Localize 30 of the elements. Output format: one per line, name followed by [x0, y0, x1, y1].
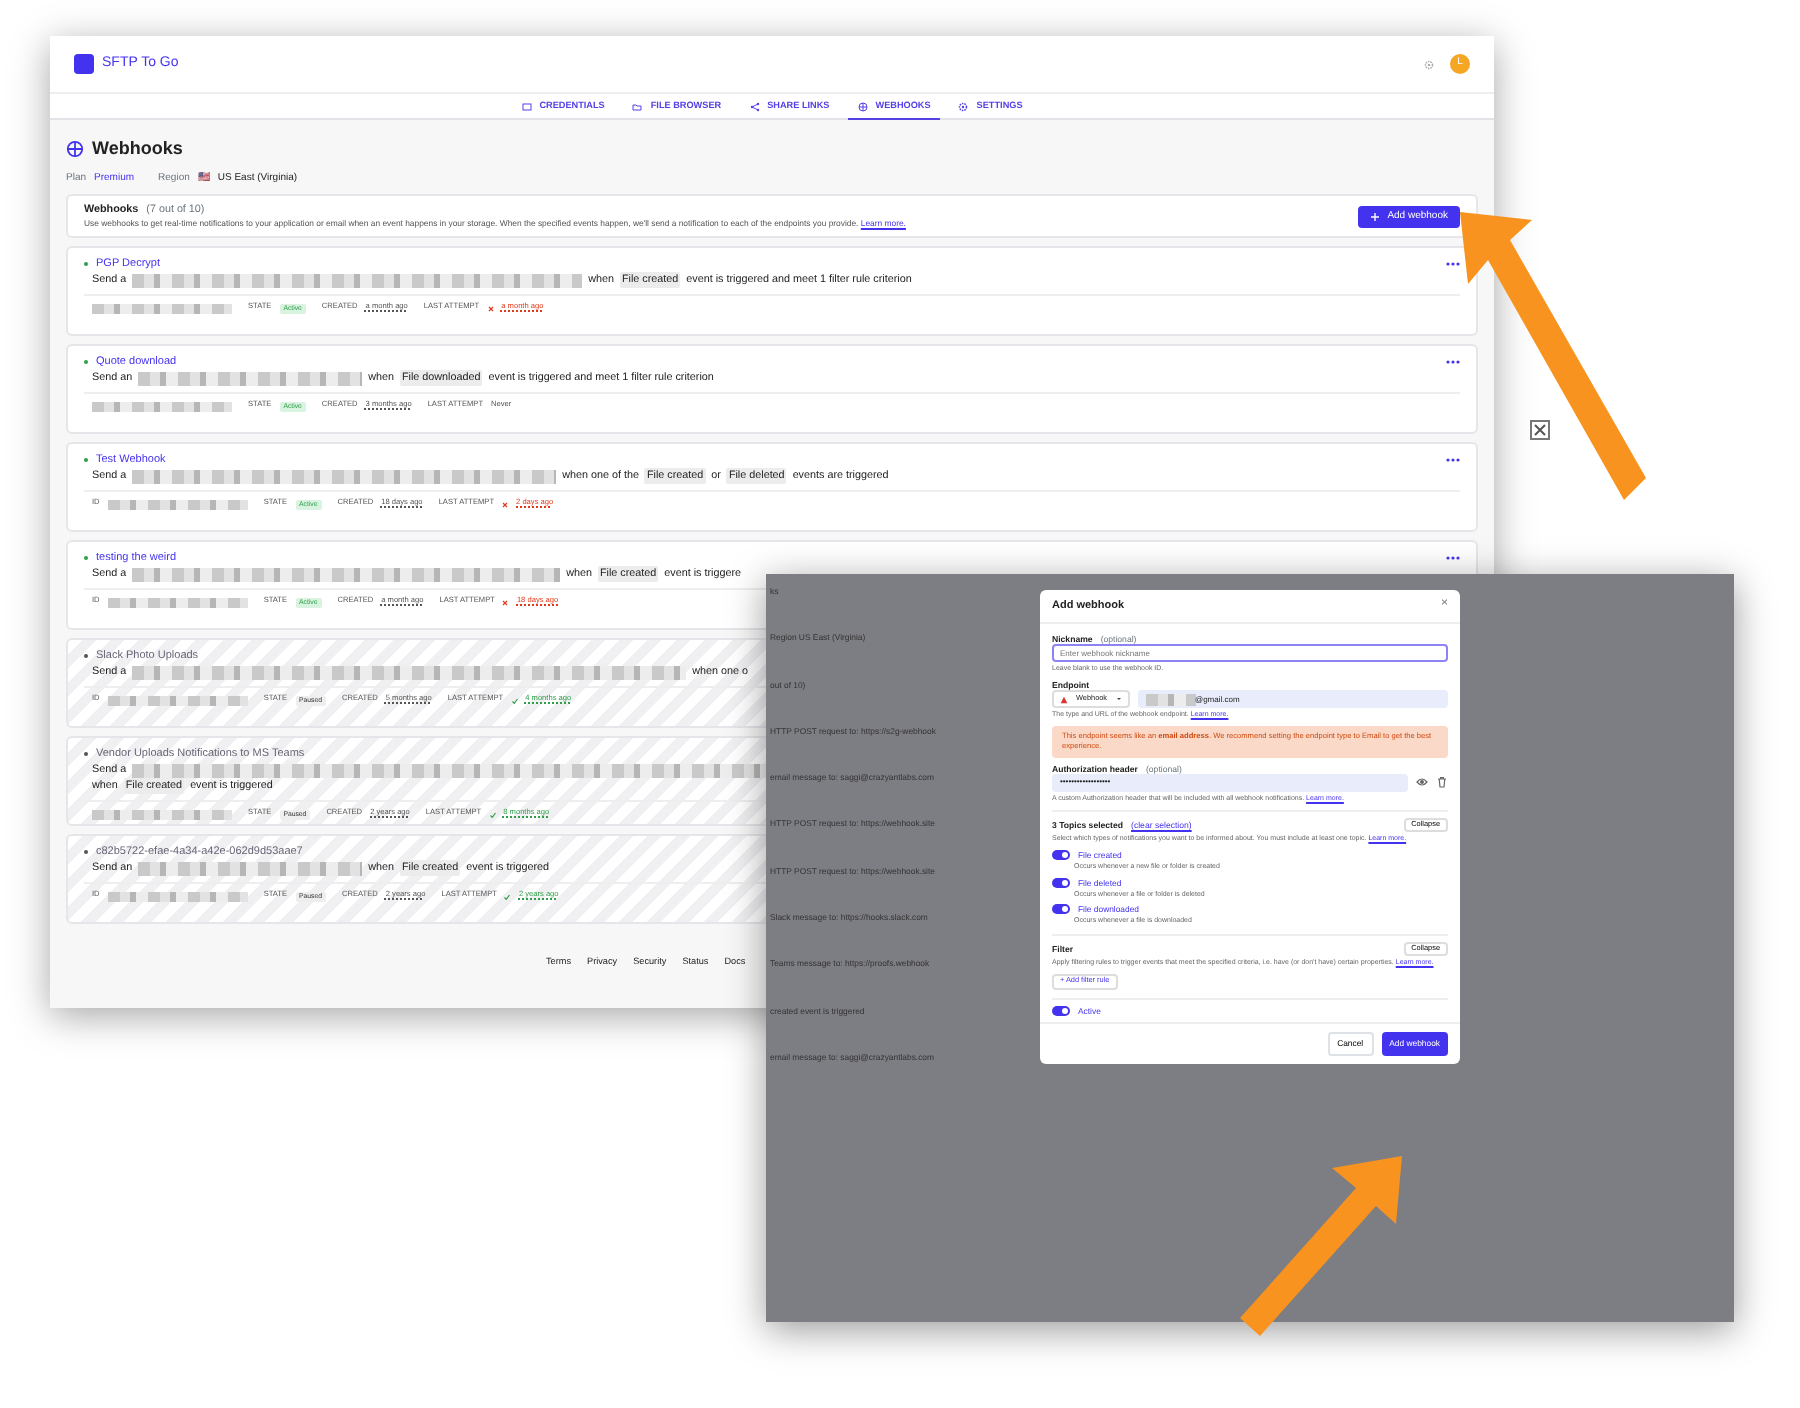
- more-options-button[interactable]: [1446, 458, 1460, 463]
- close-box-icon: [1530, 420, 1550, 440]
- redacted-id: [92, 303, 232, 314]
- redacted-id: [107, 891, 248, 902]
- redacted-text: [1145, 693, 1196, 706]
- more-options-button[interactable]: [1446, 556, 1460, 561]
- share-icon: [749, 102, 760, 112]
- folder-icon: [632, 102, 643, 112]
- globe-icon: [857, 101, 868, 111]
- toggle-switch[interactable]: [1052, 1005, 1070, 1016]
- toggle-switch[interactable]: [1052, 877, 1070, 888]
- redacted-id: [92, 401, 232, 412]
- logo-icon: [74, 54, 94, 74]
- settings-icon: [958, 102, 969, 112]
- more-options-button[interactable]: [1446, 262, 1460, 267]
- redacted-id: [92, 809, 232, 820]
- trash-icon: [1436, 776, 1448, 789]
- plus-icon: [1369, 212, 1380, 222]
- globe-icon: [66, 140, 84, 159]
- redacted-id: [107, 695, 248, 706]
- card-icon: [521, 102, 532, 112]
- redacted-id: [107, 499, 248, 510]
- settings-icon: [1424, 59, 1434, 69]
- eye-icon: [1416, 776, 1428, 789]
- more-options-button[interactable]: [1446, 360, 1460, 365]
- webhook-icon: [1060, 695, 1068, 704]
- redacted-id: [107, 597, 248, 608]
- toggle-switch[interactable]: [1052, 904, 1070, 915]
- page-title: Webhooks: [92, 136, 183, 162]
- toggle-switch[interactable]: [1052, 849, 1070, 860]
